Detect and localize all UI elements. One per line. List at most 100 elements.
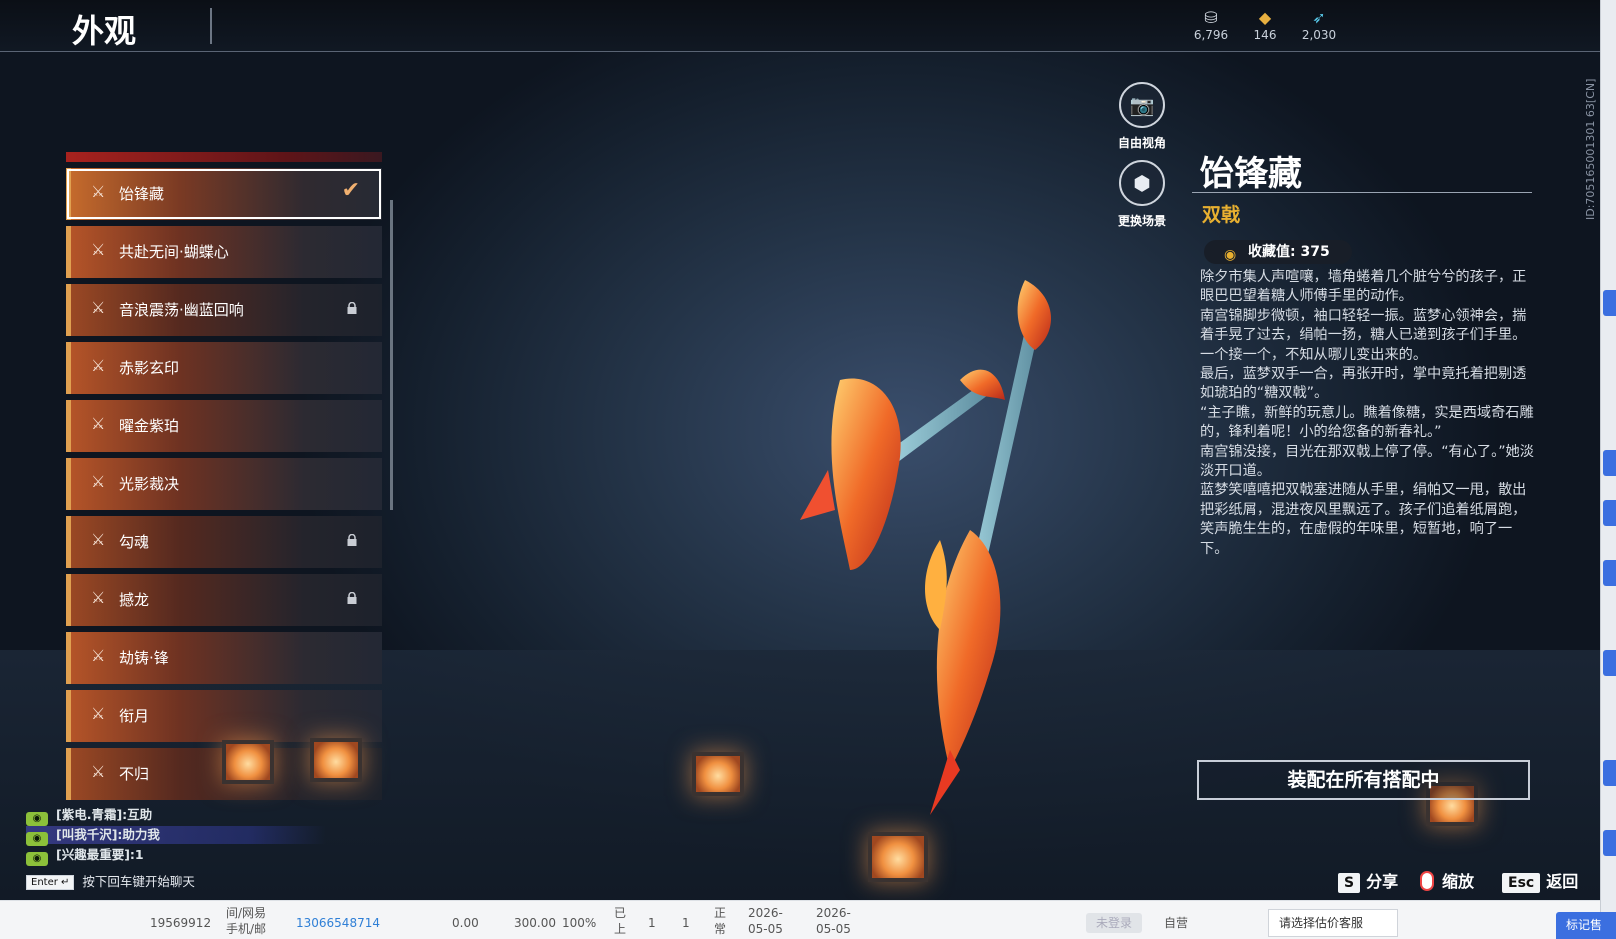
background-table-row: 19569912 间/网易 手机/邮 13066548714 0.00 300.0… — [0, 900, 1616, 939]
row-id: 19569912 — [150, 916, 212, 930]
row-status1-b: 上 — [614, 922, 627, 936]
side-tab[interactable] — [1603, 760, 1616, 786]
side-tab[interactable] — [1603, 650, 1616, 676]
description-paragraph: 南宫锦脚步微顿，袖口轻轻一振。蓝梦心领神会，揣着手晃了过去，绢帕一扬，糖人已递到… — [1200, 307, 1527, 363]
chat-message[interactable]: ◉ [紫电.青霜]:互助 — [26, 806, 152, 826]
lantern-decoration — [692, 752, 744, 796]
dual-halberd-icon: ⚔ — [91, 472, 106, 491]
change-scene-label: 更换场景 — [1117, 214, 1166, 228]
row-count1: 1 — [648, 916, 656, 930]
skin-name: 赤影玄印 — [119, 359, 180, 377]
check-icon: ✔ — [341, 178, 360, 203]
halberd-long — [925, 280, 1052, 815]
dual-halberd-icon: ⚔ — [91, 530, 106, 549]
chat-message[interactable]: ◉ [叫我千沢]:助力我 — [26, 826, 326, 846]
row-source: 间/网易 手机/邮 — [226, 905, 266, 937]
mouse-scroll-icon — [1420, 871, 1434, 891]
row-phone-link[interactable]: 13066548714 — [296, 915, 380, 931]
dual-halberd-icon: ⚔ — [91, 414, 106, 433]
weapon-type: 双戟 — [1202, 204, 1241, 226]
dual-halberd-icon: ⚔ — [91, 588, 106, 607]
row-date1: 2026- 05-05 — [748, 905, 783, 937]
appraiser-select[interactable]: 请选择估价客服 — [1268, 909, 1398, 937]
skin-item[interactable]: ⚔ 衔月 — [66, 690, 382, 742]
lantern-decoration — [868, 832, 928, 882]
title-divider — [210, 8, 212, 44]
dual-halberd-icon: ⚔ — [91, 298, 106, 317]
equip-all-button[interactable]: 装配在所有搭配中 — [1197, 760, 1530, 800]
currency-gold-value: 146 — [1253, 28, 1277, 42]
item-description: 除夕市集人声喧嚷，墙角蜷着几个脏兮兮的孩子，正眼巴巴望着糖人师傅手里的动作。 南… — [1200, 268, 1536, 559]
lantern-decoration — [310, 738, 362, 782]
collect-coin-icon: ◉ — [1224, 247, 1237, 263]
chat-text: [叫我千沢]:助力我 — [56, 827, 160, 842]
player-id-label: ID:705165001301 63[CN] — [1584, 78, 1597, 220]
currency-feather-value: 2,030 — [1301, 28, 1337, 42]
mark-sold-button[interactable]: 标记售 — [1556, 912, 1616, 939]
row-status2-a: 正 — [714, 906, 727, 920]
skin-item[interactable]: ⚔ 共赴无间·蝴蝶心 — [66, 226, 382, 278]
currency-silver-value: 6,796 — [1193, 28, 1229, 42]
skin-name: 饴锋藏 — [119, 185, 165, 203]
skin-item[interactable]: ⚔ 撼龙 — [66, 574, 382, 626]
dual-halberd-icon: ⚔ — [91, 704, 106, 723]
page-title: 外观 — [72, 12, 137, 50]
skin-item[interactable]: ⚔ 赤影玄印 — [66, 342, 382, 394]
row-source-line1: 间/网易 — [226, 906, 267, 920]
title-underline — [1192, 192, 1532, 193]
chat-channel-icon: ◉ — [26, 852, 48, 866]
row-date1-a: 2026- — [748, 906, 783, 920]
row-date2-a: 2026- — [816, 906, 851, 920]
login-status-button[interactable]: 未登录 — [1086, 913, 1143, 933]
row-status1: 已上 — [614, 905, 626, 937]
side-tab[interactable] — [1603, 500, 1616, 526]
dual-halberd-icon: ⚔ — [91, 646, 106, 665]
row-date1-b: 05-05 — [748, 922, 783, 936]
share-hotkey[interactable]: S 分享 — [1338, 868, 1398, 893]
description-paragraph: 除夕市集人声喧嚷，墙角蜷着几个脏兮兮的孩子，正眼巴巴望着糖人师傅手里的动作。 — [1200, 269, 1527, 305]
gold-ingot-icon: ◆ — [1258, 8, 1272, 27]
chat-channel-icon: ◉ — [26, 832, 48, 846]
dual-halberd-icon: ⚔ — [91, 356, 106, 375]
chat-message[interactable]: ◉ [兴趣最重要]:1 — [26, 846, 144, 866]
skin-item[interactable]: ⚔ 音浪震荡·幽蓝回响 — [66, 284, 382, 336]
side-tab[interactable] — [1603, 830, 1616, 856]
skin-name: 共赴无间·蝴蝶心 — [119, 243, 229, 261]
esc-key: Esc — [1502, 873, 1541, 893]
skin-name: 光影裁决 — [119, 475, 180, 493]
skin-item[interactable]: ⚔ 光影裁决 — [66, 458, 382, 510]
skin-item[interactable]: ⚔ 曜金紫珀 — [66, 400, 382, 452]
description-paragraph: 南宫锦没接，目光在那双戟上停了停。“有心了。”她淡淡开口道。 — [1200, 443, 1534, 480]
lock-icon — [347, 534, 357, 546]
camera-icon: 📷 — [1119, 82, 1165, 128]
description-paragraph: 蓝梦笑嘻嘻把双戟塞进随从手里，绢帕又一甩，散出把彩纸屑，混进夜风里飘远了。孩子们… — [1200, 482, 1527, 557]
chat-hint[interactable]: Enter ↵ 按下回车键开始聊天 — [26, 871, 195, 890]
skin-item[interactable]: ⚔ 饴锋藏 ✔ — [66, 168, 382, 220]
cube-icon: ⬢ — [1119, 160, 1165, 206]
zoom-hotkey[interactable]: 缩放 — [1420, 868, 1474, 892]
skin-name: 劫铸·锋 — [119, 649, 169, 667]
list-scrollbar[interactable] — [390, 200, 393, 510]
description-paragraph: 最后，蓝梦双手一合，再张开时，掌中竟托着把剔透如琥珀的“糖双戟”。 — [1200, 366, 1527, 402]
row-count2: 1 — [682, 916, 690, 930]
side-tab[interactable] — [1603, 560, 1616, 586]
free-view-button[interactable]: 📷 自由视角 — [1077, 82, 1207, 151]
dual-halberd-icon: ⚔ — [91, 762, 106, 781]
back-hotkey[interactable]: Esc 返回 — [1502, 868, 1578, 893]
currency-feather: ➶ 2,030 — [1294, 8, 1344, 42]
weapon-model[interactable] — [780, 270, 1090, 830]
row-date2-b: 05-05 — [816, 922, 851, 936]
top-bar: 外观 ⛁ 6,796 ◆ 146 ➶ 2,030 — [0, 0, 1600, 52]
description-paragraph: “主子瞧，新鲜的玩意儿。瞧着像糖，实是西域奇石雕的，锋利着呢！小的给您备的新春礼… — [1200, 404, 1534, 441]
skin-item[interactable]: ⚔ 劫铸·锋 — [66, 632, 382, 684]
skin-name: 不归 — [119, 765, 150, 783]
free-view-label: 自由视角 — [1117, 136, 1166, 150]
side-tab[interactable] — [1603, 290, 1616, 316]
change-scene-button[interactable]: ⬢ 更换场景 — [1077, 160, 1207, 229]
browser-side-strip — [1600, 0, 1616, 939]
lantern-decoration — [222, 740, 274, 784]
side-tab[interactable] — [1603, 450, 1616, 476]
row-amount1: 0.00 — [452, 916, 479, 930]
list-header-bar — [66, 152, 382, 162]
skin-item[interactable]: ⚔ 勾魂 — [66, 516, 382, 568]
